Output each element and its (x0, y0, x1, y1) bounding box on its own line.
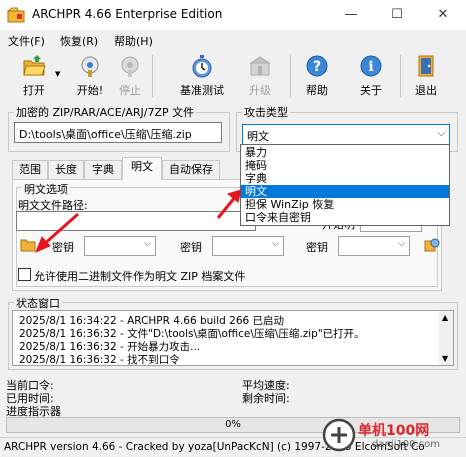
annotation-arrows (35, 189, 242, 253)
annotation-arrow (35, 212, 79, 253)
watermark-logo-icon (322, 418, 356, 452)
watermark-url: danji100.com (372, 439, 440, 450)
annotation-arrow (216, 189, 242, 219)
watermark-site: 单机100网 (358, 423, 430, 439)
